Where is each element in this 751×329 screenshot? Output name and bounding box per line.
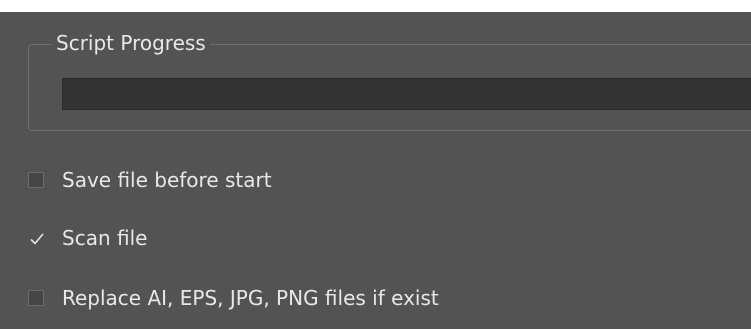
save-file-before-start-option[interactable]: Save file before start	[28, 165, 272, 195]
scan-file-option[interactable]: Scan file	[28, 223, 147, 253]
script-progress-bar	[62, 78, 751, 110]
save-file-before-start-checkbox[interactable]	[28, 172, 44, 188]
replace-files-label[interactable]: Replace AI, EPS, JPG, PNG files if exist	[62, 284, 439, 312]
replace-files-checkbox[interactable]	[28, 290, 44, 306]
script-progress-title: Script Progress	[52, 29, 210, 57]
save-file-before-start-label[interactable]: Save file before start	[62, 166, 272, 194]
scan-file-checkbox[interactable]	[28, 230, 44, 246]
scan-file-label[interactable]: Scan file	[62, 224, 147, 252]
checkmark-icon	[30, 233, 44, 245]
replace-files-option[interactable]: Replace AI, EPS, JPG, PNG files if exist	[28, 283, 439, 313]
